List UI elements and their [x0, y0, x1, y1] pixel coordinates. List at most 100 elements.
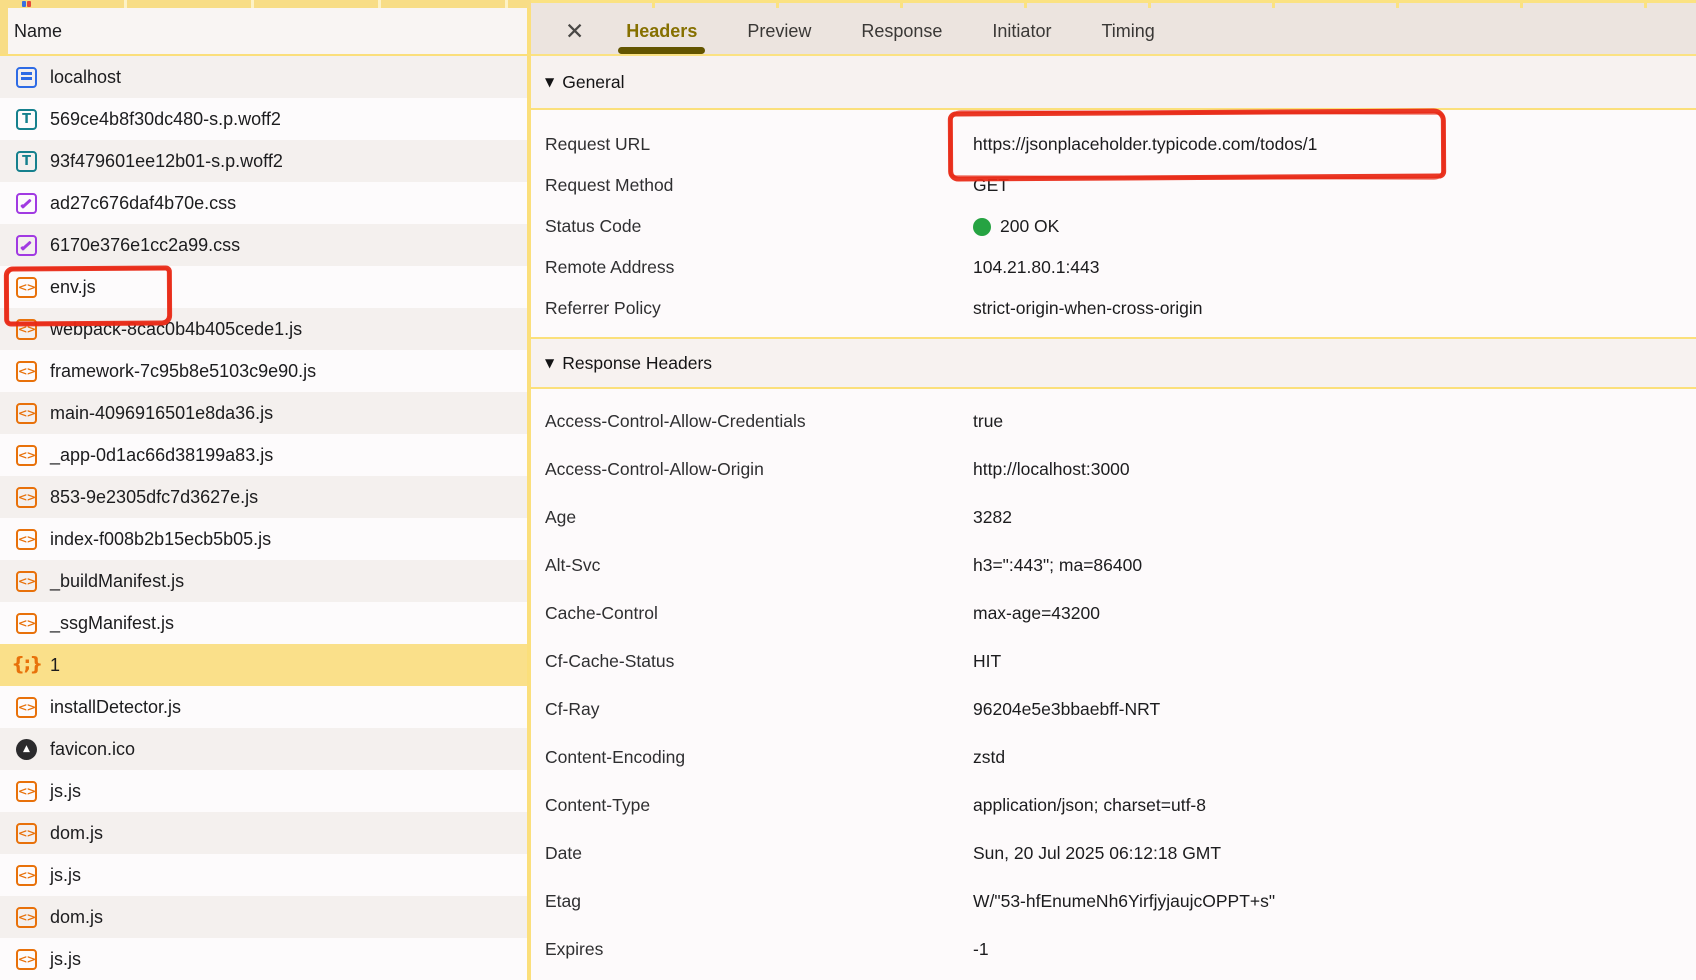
header-key: Etag	[531, 891, 973, 912]
request-row[interactable]: T 569ce4b8f30dc480-s.p.woff2	[0, 98, 527, 140]
details-tab-bar: ✕ Headers Preview Response Initiator Tim…	[531, 8, 1696, 56]
js-file-icon: <>	[16, 949, 37, 970]
request-row[interactable]: ad27c676daf4b70e.css	[0, 182, 527, 224]
collapse-triangle-icon: ▼	[545, 75, 554, 89]
tab-response[interactable]: Response	[861, 8, 942, 54]
request-row[interactable]: <> index-f008b2b15ecb5b05.js	[0, 518, 527, 560]
name-column-header[interactable]: Name	[0, 8, 527, 56]
overview-strip-right	[531, 0, 1696, 8]
header-key: Content-Encoding	[531, 747, 973, 768]
header-value: 200 OK	[1000, 216, 1059, 237]
network-overview-strip[interactable]	[0, 0, 1696, 8]
request-row[interactable]: <> _buildManifest.js	[0, 560, 527, 602]
header-key: Access-Control-Allow-Credentials	[531, 411, 973, 432]
request-name: _ssgManifest.js	[50, 613, 174, 634]
header-value: strict-origin-when-cross-origin	[973, 298, 1203, 319]
request-row[interactable]: 6170e376e1cc2a99.css	[0, 224, 527, 266]
header-row: Cf-Ray 96204e5e3bbaebff-NRT	[531, 685, 1696, 733]
header-row: Referrer Policy strict-origin-when-cross…	[531, 288, 1696, 329]
json-file-icon: {;}	[16, 655, 37, 676]
header-key: Age	[531, 507, 973, 528]
request-row[interactable]: <> dom.js	[0, 812, 527, 854]
js-file-icon: <>	[16, 907, 37, 928]
request-row[interactable]: <> js.js	[0, 938, 527, 980]
js-file-icon: <>	[16, 697, 37, 718]
request-name: installDetector.js	[50, 697, 181, 718]
header-row: Content-Type application/json; charset=u…	[531, 781, 1696, 829]
header-row: Cf-Cache-Status HIT	[531, 637, 1696, 685]
request-name: 6170e376e1cc2a99.css	[50, 235, 240, 256]
tab-preview[interactable]: Preview	[747, 8, 811, 54]
headers-sections: ▼ General Request URL https://jsonplaceh…	[531, 56, 1696, 973]
request-row[interactable]: <> main-4096916501e8da36.js	[0, 392, 527, 434]
close-icon[interactable]: ✕	[565, 20, 584, 43]
section-general: ▼ General Request URL https://jsonplaceh…	[531, 56, 1696, 337]
header-key: Request Method	[531, 175, 973, 196]
section-title: Response Headers	[562, 353, 712, 374]
request-name: webpack-8cac0b4b405cede1.js	[50, 319, 302, 340]
doc-file-icon	[16, 67, 37, 88]
request-row[interactable]: T 93f479601ee12b01-s.p.woff2	[0, 140, 527, 182]
request-row[interactable]: <> _app-0d1ac66d38199a83.js	[0, 434, 527, 476]
font-file-icon: T	[16, 151, 37, 172]
js-file-icon: <>	[16, 487, 37, 508]
request-row[interactable]: <> dom.js	[0, 896, 527, 938]
header-value: zstd	[973, 747, 1005, 768]
request-row[interactable]: <> js.js	[0, 854, 527, 896]
header-value: true	[973, 411, 1003, 432]
header-key: Cf-Ray	[531, 699, 973, 720]
tab-initiator[interactable]: Initiator	[992, 8, 1051, 54]
section-response: ▼ Response Headers Access-Control-Allow-…	[531, 337, 1696, 973]
header-key: Remote Address	[531, 257, 973, 278]
header-row: Cache-Control max-age=43200	[531, 589, 1696, 637]
js-file-icon: <>	[16, 319, 37, 340]
header-value: max-age=43200	[973, 603, 1100, 624]
request-row[interactable]: {;} 1	[0, 644, 527, 686]
header-key: Status Code	[531, 216, 973, 237]
request-name: dom.js	[50, 907, 103, 928]
header-row: Request URL https://jsonplaceholder.typi…	[531, 124, 1696, 165]
request-row[interactable]: <> 853-9e2305dfc7d3627e.js	[0, 476, 527, 518]
request-name: js.js	[50, 781, 81, 802]
header-rows: Request URL https://jsonplaceholder.typi…	[531, 110, 1696, 337]
header-key: Referrer Policy	[531, 298, 973, 319]
devtools-network-panel: Name localhost T 569ce4b8f30dc480-s.p.wo…	[0, 0, 1696, 980]
header-key: Alt-Svc	[531, 555, 973, 576]
header-value: GET	[973, 175, 1009, 196]
request-row[interactable]: <> installDetector.js	[0, 686, 527, 728]
request-row[interactable]: <> js.js	[0, 770, 527, 812]
request-name: index-f008b2b15ecb5b05.js	[50, 529, 271, 550]
section-header[interactable]: ▼ General	[531, 56, 1696, 110]
overview-red-marker	[27, 1, 31, 7]
request-name: js.js	[50, 865, 81, 886]
header-key: Access-Control-Allow-Origin	[531, 459, 973, 480]
header-value: http://localhost:3000	[973, 459, 1130, 480]
request-row[interactable]: <> env.js	[0, 266, 527, 308]
js-file-icon: <>	[16, 613, 37, 634]
header-key: Date	[531, 843, 973, 864]
request-name: 93f479601ee12b01-s.p.woff2	[50, 151, 283, 172]
tab-headers[interactable]: Headers	[626, 8, 697, 54]
request-name: _buildManifest.js	[50, 571, 184, 592]
request-row[interactable]: localhost	[0, 56, 527, 98]
request-row[interactable]: <> webpack-8cac0b4b405cede1.js	[0, 308, 527, 350]
request-name: dom.js	[50, 823, 103, 844]
header-row: Alt-Svc h3=":443"; ma=86400	[531, 541, 1696, 589]
header-value: 3282	[973, 507, 1012, 528]
header-value: 96204e5e3bbaebff-NRT	[973, 699, 1160, 720]
request-name: favicon.ico	[50, 739, 135, 760]
request-row[interactable]: <> framework-7c95b8e5103c9e90.js	[0, 350, 527, 392]
header-value: HIT	[973, 651, 1001, 672]
request-row[interactable]: <> _ssgManifest.js	[0, 602, 527, 644]
tab-timing[interactable]: Timing	[1101, 8, 1154, 54]
header-value: W/"53-hfEnumeNh6YirfjyjaujcOPPT+s"	[973, 891, 1275, 912]
js-file-icon: <>	[16, 865, 37, 886]
section-header[interactable]: ▼ Response Headers	[531, 337, 1696, 389]
favicon-file-icon: ▲	[16, 739, 37, 760]
request-name: 1	[50, 655, 60, 676]
request-row[interactable]: ▲ favicon.ico	[0, 728, 527, 770]
header-value: application/json; charset=utf-8	[973, 795, 1206, 816]
header-row: Etag W/"53-hfEnumeNh6YirfjyjaujcOPPT+s"	[531, 877, 1696, 925]
request-name: env.js	[50, 277, 96, 298]
collapse-triangle-icon: ▼	[545, 356, 554, 370]
